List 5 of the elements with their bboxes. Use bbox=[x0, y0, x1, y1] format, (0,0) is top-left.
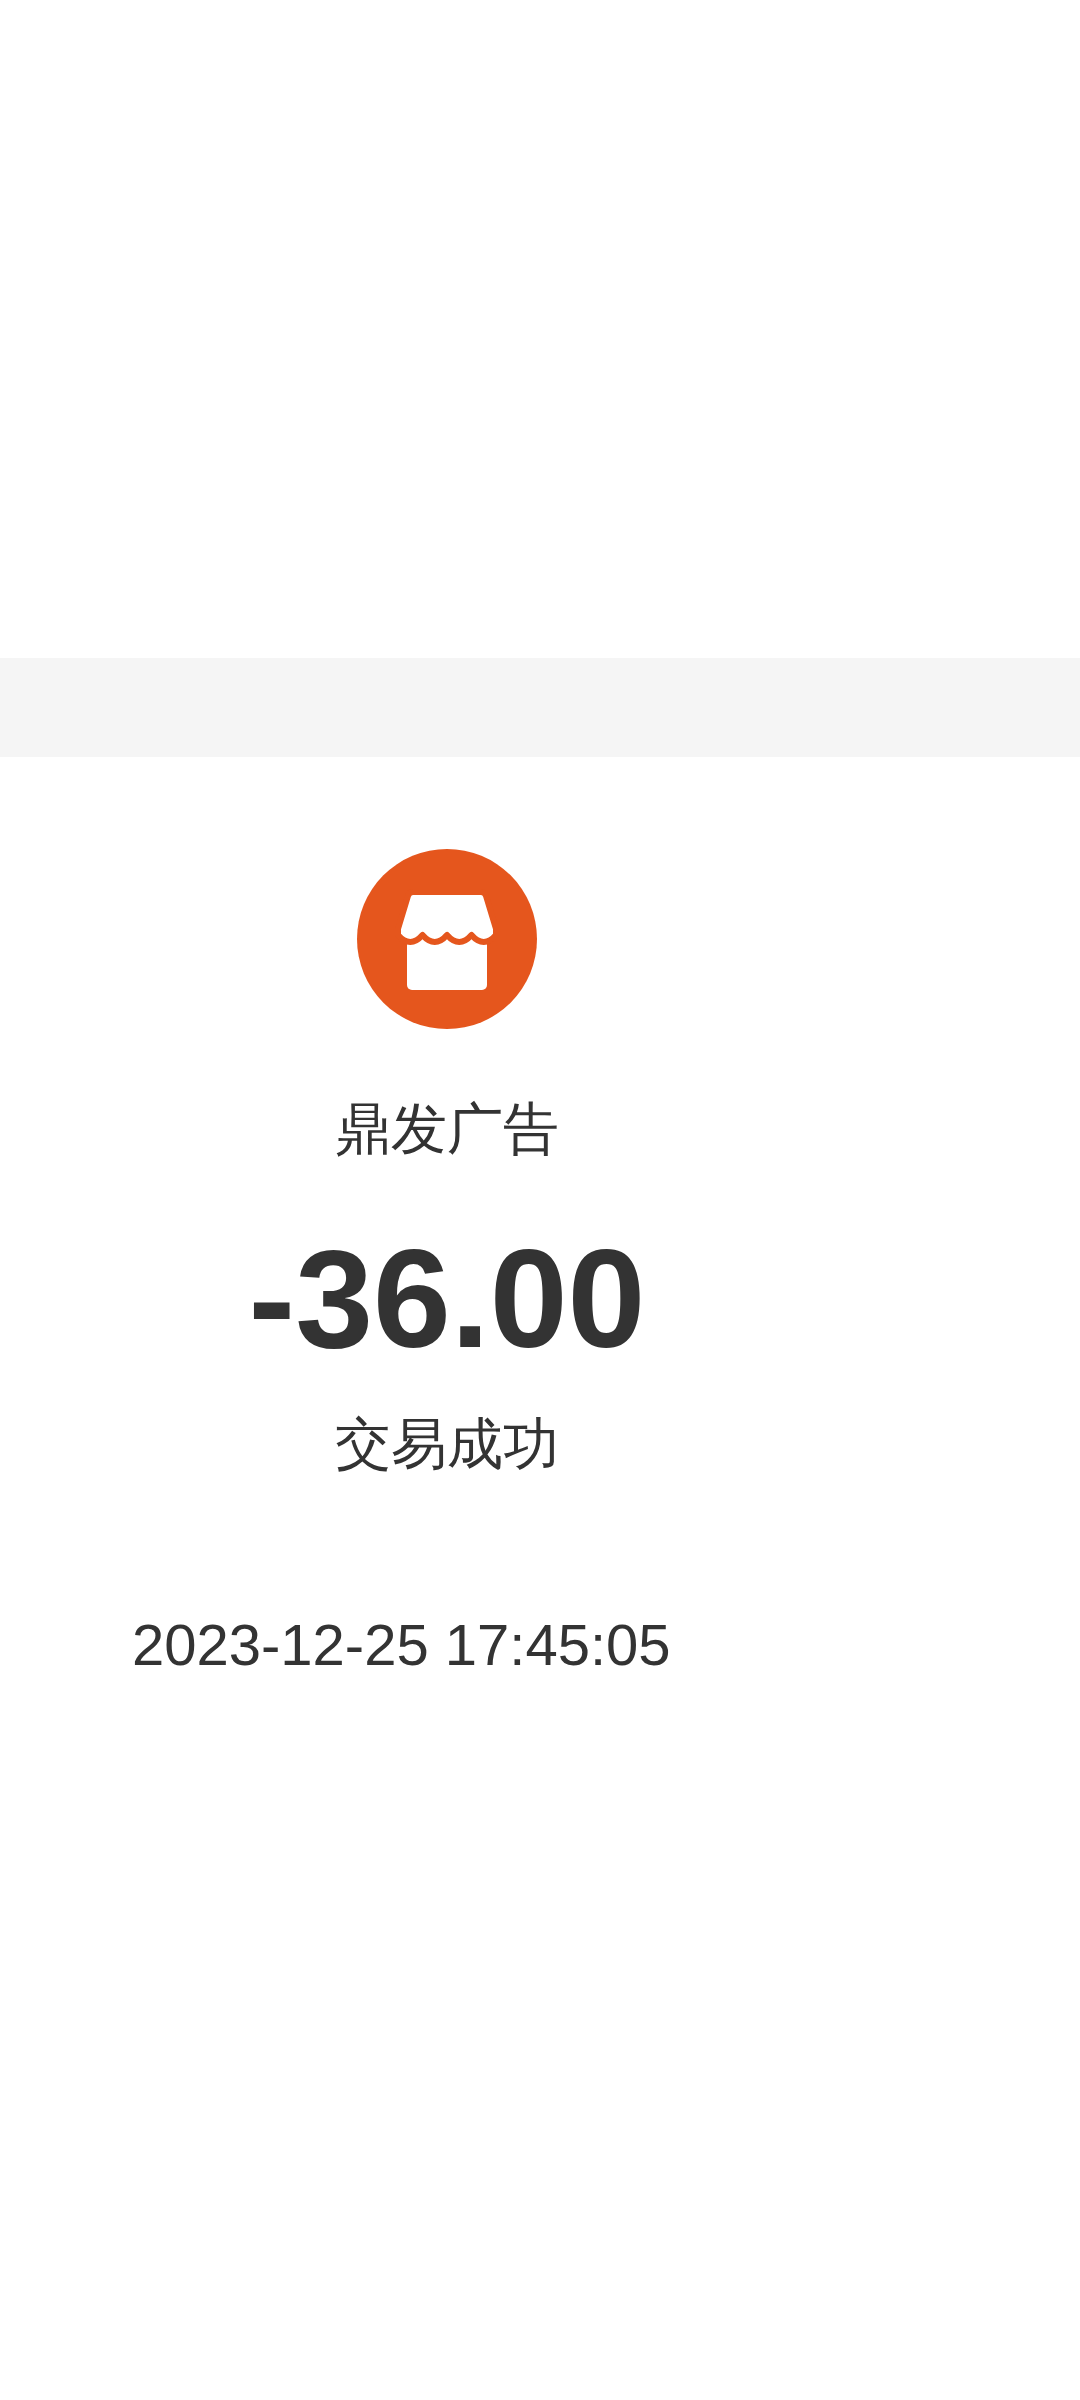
transaction-time: 2023-12-25 17:45:05 bbox=[132, 1611, 671, 1680]
transaction-status: 交易成功 bbox=[335, 1411, 559, 1478]
transaction-amount: -36.00 bbox=[248, 1219, 646, 1380]
merchant-name: 鼎发广告 bbox=[335, 1096, 559, 1162]
store-icon bbox=[357, 849, 537, 1029]
